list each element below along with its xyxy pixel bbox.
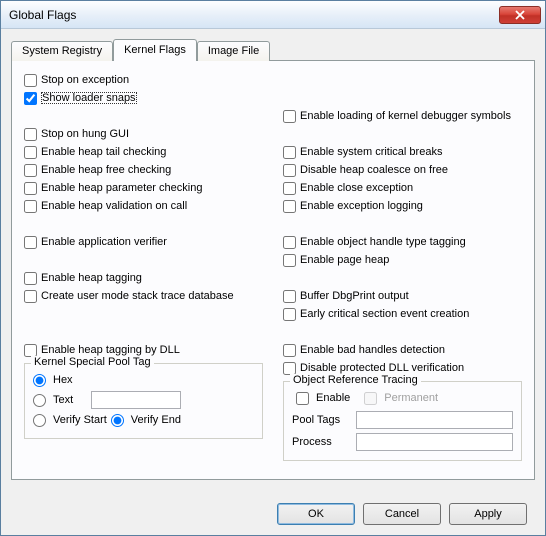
checkbox-page-heap[interactable] xyxy=(283,254,296,267)
checkbox-disable-heap-coalesce[interactable] xyxy=(283,164,296,177)
label-verify-end: Verify End xyxy=(131,414,181,426)
button-label: OK xyxy=(308,508,324,520)
checkbox-ort-permanent xyxy=(364,392,377,405)
label-heap-free-checking: Enable heap free checking xyxy=(41,164,171,176)
label-verify-start: Verify Start xyxy=(53,414,107,426)
label-show-loader-snaps: Show loader snaps xyxy=(41,92,137,104)
button-label: Apply xyxy=(474,508,502,520)
label-stack-trace-db: Create user mode stack trace database xyxy=(41,290,234,302)
cancel-button[interactable]: Cancel xyxy=(363,503,441,525)
content: System Registry Kernel Flags Image File … xyxy=(1,29,545,488)
ok-button[interactable]: OK xyxy=(277,503,355,525)
groupbox-kernel-special-pool-tag: Kernel Special Pool Tag Hex Text Verify … xyxy=(24,363,263,439)
radio-text[interactable] xyxy=(33,394,46,407)
radio-verify-start[interactable] xyxy=(33,414,46,427)
label-heap-tagging: Enable heap tagging xyxy=(41,272,142,284)
tab-kernel-flags[interactable]: Kernel Flags xyxy=(113,39,197,61)
label-object-handle-type-tagging: Enable object handle type tagging xyxy=(300,236,466,248)
close-icon xyxy=(515,10,525,20)
checkbox-show-loader-snaps[interactable] xyxy=(24,92,37,105)
label-system-critical-breaks: Enable system critical breaks xyxy=(300,146,442,158)
groupbox-object-reference-tracing: Object Reference Tracing Enable Permanen… xyxy=(283,381,522,461)
checkbox-heap-tail-checking[interactable] xyxy=(24,146,37,159)
window: Global Flags System Registry Kernel Flag… xyxy=(0,0,546,536)
label-bad-handles-detection: Enable bad handles detection xyxy=(300,344,445,356)
checkbox-disable-protected-dll-verif[interactable] xyxy=(283,362,296,375)
checkbox-ort-enable[interactable] xyxy=(296,392,309,405)
checkbox-system-critical-breaks[interactable] xyxy=(283,146,296,159)
label-disable-protected-dll-verif: Disable protected DLL verification xyxy=(300,362,464,374)
label-stop-on-hung-gui: Stop on hung GUI xyxy=(41,128,129,140)
label-stop-on-exception: Stop on exception xyxy=(41,74,129,86)
legend-kernel-pool: Kernel Special Pool Tag xyxy=(31,356,154,368)
label-text: Text xyxy=(53,394,87,406)
tab-label: System Registry xyxy=(22,45,102,57)
checkbox-exception-logging[interactable] xyxy=(283,200,296,213)
checkbox-heap-validation-on-call[interactable] xyxy=(24,200,37,213)
titlebar: Global Flags xyxy=(1,1,545,29)
label-pool-tags: Pool Tags xyxy=(292,414,350,426)
checkbox-heap-tagging[interactable] xyxy=(24,272,37,285)
checkbox-close-exception[interactable] xyxy=(283,182,296,195)
checkbox-load-kernel-dbg-symbols[interactable] xyxy=(283,110,296,123)
radio-hex[interactable] xyxy=(33,374,46,387)
label-close-exception: Enable close exception xyxy=(300,182,413,194)
apply-button[interactable]: Apply xyxy=(449,503,527,525)
tab-image-file[interactable]: Image File xyxy=(197,41,270,61)
window-title: Global Flags xyxy=(9,8,499,22)
tab-label: Image File xyxy=(208,45,259,57)
label-heap-parameter-checking: Enable heap parameter checking xyxy=(41,182,202,194)
label-hex: Hex xyxy=(53,374,87,386)
label-heap-tail-checking: Enable heap tail checking xyxy=(41,146,166,158)
left-column: Stop on exception Show loader snaps Stop… xyxy=(24,71,263,461)
checkbox-application-verifier[interactable] xyxy=(24,236,37,249)
label-application-verifier: Enable application verifier xyxy=(41,236,167,248)
checkbox-stack-trace-db[interactable] xyxy=(24,290,37,303)
label-ort-permanent: Permanent xyxy=(384,392,438,404)
input-pool-tag-value[interactable] xyxy=(91,391,181,409)
right-column: Enable loading of kernel debugger symbol… xyxy=(283,71,522,461)
label-heap-tagging-by-dll: Enable heap tagging by DLL xyxy=(41,344,180,356)
focused-label: Show loader snaps xyxy=(41,92,137,104)
tab-label: Kernel Flags xyxy=(124,44,186,56)
checkbox-heap-free-checking[interactable] xyxy=(24,164,37,177)
tabpanel-kernel-flags: Stop on exception Show loader snaps Stop… xyxy=(11,60,535,480)
label-ort-enable: Enable xyxy=(316,392,350,404)
checkbox-buffer-dbgprint[interactable] xyxy=(283,290,296,303)
label-buffer-dbgprint: Buffer DbgPrint output xyxy=(300,290,409,302)
checkbox-heap-tagging-by-dll[interactable] xyxy=(24,344,37,357)
checkbox-heap-parameter-checking[interactable] xyxy=(24,182,37,195)
close-button[interactable] xyxy=(499,6,541,24)
input-process[interactable] xyxy=(356,433,513,451)
tabstrip: System Registry Kernel Flags Image File … xyxy=(11,41,535,480)
label-disable-heap-coalesce: Disable heap coalesce on free xyxy=(300,164,448,176)
tab-system-registry[interactable]: System Registry xyxy=(11,41,113,61)
checkbox-object-handle-type-tagging[interactable] xyxy=(283,236,296,249)
label-load-kernel-dbg-symbols: Enable loading of kernel debugger symbol… xyxy=(300,110,511,122)
label-page-heap: Enable page heap xyxy=(300,254,389,266)
label-process: Process xyxy=(292,436,350,448)
button-bar: OK Cancel Apply xyxy=(277,503,527,525)
checkbox-stop-on-hung-gui[interactable] xyxy=(24,128,37,141)
input-pool-tags[interactable] xyxy=(356,411,513,429)
checkbox-early-critical-section[interactable] xyxy=(283,308,296,321)
checkbox-bad-handles-detection[interactable] xyxy=(283,344,296,357)
button-label: Cancel xyxy=(385,508,419,520)
radio-verify-end[interactable] xyxy=(111,414,124,427)
label-early-critical-section: Early critical section event creation xyxy=(300,308,469,320)
legend-object-ref: Object Reference Tracing xyxy=(290,374,421,386)
label-heap-validation-on-call: Enable heap validation on call xyxy=(41,200,187,212)
checkbox-stop-on-exception[interactable] xyxy=(24,74,37,87)
label-exception-logging: Enable exception logging xyxy=(300,200,423,212)
